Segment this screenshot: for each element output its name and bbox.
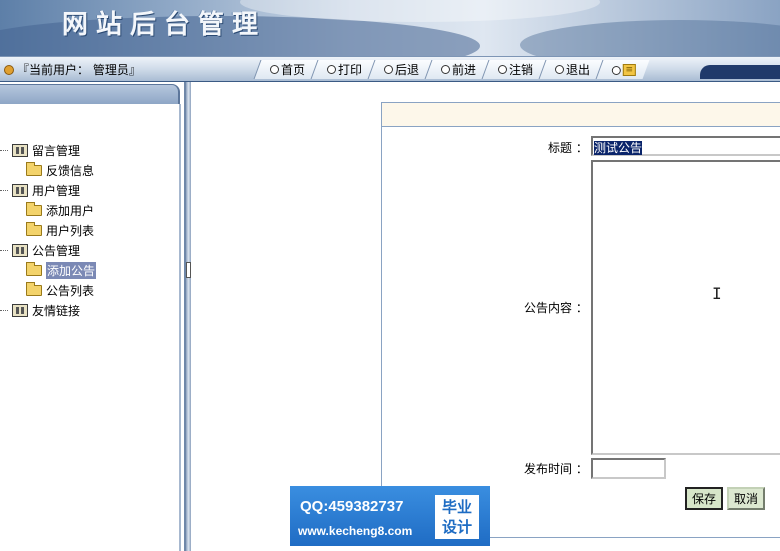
text-cursor-icon: I [712, 284, 722, 303]
nav-logout-button[interactable]: 注销 [481, 60, 547, 79]
header-banner: 网站后台管理 [0, 0, 780, 56]
tree-node-notice-manage[interactable]: 公告管理 [0, 240, 178, 260]
tree-node-user-manage[interactable]: 用户管理 [0, 180, 178, 200]
title-label: 标题 ： [548, 141, 588, 155]
book-icon [12, 243, 28, 257]
circle-icon [555, 65, 565, 74]
circle-icon [441, 65, 451, 74]
nav-back-button[interactable]: 后退 [367, 60, 433, 79]
tree-node-label-selected: 添加公告 [46, 261, 97, 279]
top-toolbar: 『当前用户： 管理员』 首页 打印 后退 前进 注销 退出 ≡ [0, 56, 780, 82]
tree-node-label: 公告列表 [46, 283, 95, 298]
tree-node-label: 友情链接 [32, 303, 81, 318]
content-textarea[interactable]: I [591, 160, 780, 455]
nav-exit-button[interactable]: 退出 [538, 60, 604, 79]
watermark-badge-line2: 设计 [441, 518, 472, 536]
publish-time-label: 发布时间 ： [524, 462, 588, 476]
watermark-url: www.kecheng8.com [298, 524, 413, 538]
tree-connector [0, 309, 8, 311]
publish-time-input[interactable] [591, 458, 666, 479]
title-input[interactable]: 测试公告 [591, 136, 780, 156]
tree-node-label: 用户管理 [32, 183, 81, 198]
tree-node-message-manage[interactable]: 留言管理 [0, 140, 178, 160]
user-status-icon [4, 64, 14, 75]
tree-node-add-notice[interactable]: 添加公告 [0, 260, 178, 280]
tree-node-user-list[interactable]: 用户列表 [0, 220, 178, 240]
site-title: 网站后台管理 [62, 10, 267, 40]
tree-node-feedback[interactable]: 反馈信息 [0, 160, 178, 180]
sidebar: 留言管理 反馈信息 用户管理 添加用户 用户列表 公告管理 添加公告 公告列表 … [0, 82, 186, 551]
watermark-badge-line1: 毕业 [441, 498, 472, 516]
book-icon [12, 183, 28, 197]
help-icon: ≡ [623, 63, 637, 76]
tree-connector [0, 249, 8, 251]
sidebar-divider [179, 104, 181, 551]
folder-icon [26, 201, 42, 216]
tree-node-label: 用户列表 [46, 223, 95, 238]
watermark-badge: 毕业 设计 [435, 495, 479, 539]
nav-help-button[interactable]: ≡ [595, 60, 650, 79]
tree-node-label: 留言管理 [32, 143, 81, 158]
main-content: 标题 ： 测试公告 公告内容 ： I 发布时间 ： 保存 取消 [191, 82, 780, 551]
nav-forward-button[interactable]: 前进 [424, 60, 490, 79]
folder-icon [26, 261, 42, 276]
nav-label: 打印 [338, 63, 363, 77]
watermark-banner: QQ:459382737 www.kecheng8.com 毕业 设计 [290, 486, 490, 546]
circle-icon [612, 65, 622, 74]
header-wave-decoration [520, 20, 780, 56]
book-icon [12, 143, 28, 157]
folder-icon [26, 281, 42, 296]
menu-tree: 留言管理 反馈信息 用户管理 添加用户 用户列表 公告管理 添加公告 公告列表 … [0, 140, 178, 320]
nav-label: 退出 [566, 63, 591, 77]
tree-connector [0, 189, 8, 191]
nav-label: 前进 [452, 63, 477, 77]
watermark-qq: QQ:459382737 [300, 498, 404, 515]
current-user-label: 『当前用户： 管理员』 [17, 63, 141, 77]
nav-label: 注销 [509, 63, 534, 77]
tree-node-label: 公告管理 [32, 243, 81, 258]
title-input-value: 测试公告 [594, 141, 643, 155]
nav-home-button[interactable]: 首页 [253, 60, 319, 79]
book-icon [12, 303, 28, 317]
circle-icon [498, 65, 508, 74]
tree-node-notice-list[interactable]: 公告列表 [0, 280, 178, 300]
toolbar-tail-decoration [700, 65, 780, 79]
cancel-button[interactable]: 取消 [727, 487, 766, 510]
save-button[interactable]: 保存 [685, 487, 724, 510]
toolbar-nav: 首页 打印 后退 前进 注销 退出 ≡ [253, 60, 650, 79]
nav-label: 首页 [281, 63, 306, 77]
tree-node-add-user[interactable]: 添加用户 [0, 200, 178, 220]
circle-icon [384, 65, 394, 74]
tree-node-label: 反馈信息 [46, 163, 95, 178]
tree-node-label: 添加用户 [46, 203, 95, 218]
nav-print-button[interactable]: 打印 [310, 60, 376, 79]
tree-connector [0, 149, 8, 151]
folder-icon [26, 221, 42, 236]
folder-icon [26, 161, 42, 176]
content-label: 公告内容 ： [524, 301, 588, 315]
nav-label: 后退 [395, 63, 420, 77]
add-notice-form: 标题 ： 测试公告 公告内容 ： I 发布时间 ： 保存 取消 [381, 102, 780, 538]
circle-icon [327, 65, 337, 74]
sidebar-header [0, 84, 180, 104]
tree-node-friend-links[interactable]: 友情链接 [0, 300, 178, 320]
form-header-bar [382, 103, 780, 127]
circle-icon [270, 65, 279, 74]
current-user-info: 『当前用户： 管理员』 [0, 61, 147, 78]
